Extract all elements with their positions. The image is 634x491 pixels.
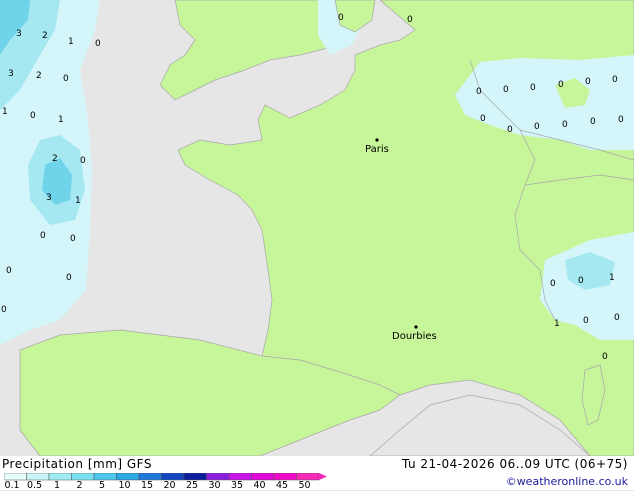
precip-label: 1	[2, 107, 8, 117]
precip-label: 2	[42, 31, 48, 41]
precip-label: 0	[95, 39, 101, 49]
precip-label: 0	[1, 305, 7, 315]
precip-label: 3	[8, 69, 14, 79]
precip-label: 0	[70, 234, 76, 244]
color-scale-arrow	[319, 473, 327, 480]
precip-label: 0	[66, 273, 72, 283]
color-scale-swatch	[183, 473, 207, 481]
precip-label: 0	[612, 75, 618, 85]
precip-label: 0	[550, 279, 556, 289]
precip-label: 0	[558, 80, 564, 90]
color-scale-swatch	[161, 473, 185, 481]
precip-label: 0	[407, 15, 413, 25]
precip-label: 0	[530, 83, 536, 93]
legend-title: Precipitation [mm] GFS	[2, 457, 152, 471]
color-scale-swatch	[296, 473, 320, 481]
precip-label: 0	[562, 120, 568, 130]
precip-label: 3	[16, 29, 22, 39]
color-scale-swatch	[206, 473, 230, 481]
precip-label: 2	[52, 154, 58, 164]
precip-label: 3	[46, 193, 52, 203]
precip-label: 0	[583, 316, 589, 326]
precip-label: 0	[614, 313, 620, 323]
precip-label: 1	[58, 115, 64, 125]
color-scale-swatch	[138, 473, 162, 481]
color-scale-swatch	[251, 473, 275, 481]
precip-label: 0	[40, 231, 46, 241]
precip-label: 1	[609, 273, 615, 283]
color-scale-swatch	[48, 473, 72, 481]
color-scale-swatch	[93, 473, 117, 481]
color-scale-swatch	[4, 473, 27, 481]
precip-label: 0	[590, 117, 596, 127]
precip-label: 0	[585, 77, 591, 87]
forecast-datetime: Tu 21-04-2026 06..09 UTC (06+75)	[401, 457, 628, 471]
precip-label: 0	[618, 115, 624, 125]
precip-label: 0	[476, 87, 482, 97]
credit-link[interactable]: ©weatheronline.co.uk	[506, 475, 628, 488]
city-marker	[414, 325, 418, 329]
precip-label: 0	[338, 13, 344, 23]
color-scale-swatch	[273, 473, 297, 481]
precip-label: 0	[602, 352, 608, 362]
precipitation-map: 3 2 1 0 3 2 0 1 0 1 2 0 3 1 0 0 0 0 0 0 …	[0, 0, 634, 456]
precip-label: 0	[480, 114, 486, 124]
precip-label: 1	[68, 37, 74, 47]
color-scale-swatch	[71, 473, 95, 481]
color-scale-swatch	[228, 473, 252, 481]
precip-label: 0	[6, 266, 12, 276]
city-label-paris: Paris	[365, 144, 389, 155]
precip-label: 0	[534, 122, 540, 132]
precip-label: 0	[503, 85, 509, 95]
precip-label: 2	[36, 71, 42, 81]
precip-label: 0	[30, 111, 36, 121]
precip-label: 1	[554, 319, 560, 329]
color-scale-swatch	[26, 473, 50, 481]
city-marker	[375, 138, 379, 142]
city-label-dourbies: Dourbies	[392, 331, 437, 342]
precip-label: 0	[63, 74, 69, 84]
precip-label: 0	[80, 156, 86, 166]
color-scale-swatch	[116, 473, 140, 481]
precip-label: 1	[75, 196, 81, 206]
precip-label: 0	[578, 276, 584, 286]
precip-label: 0	[507, 125, 513, 135]
